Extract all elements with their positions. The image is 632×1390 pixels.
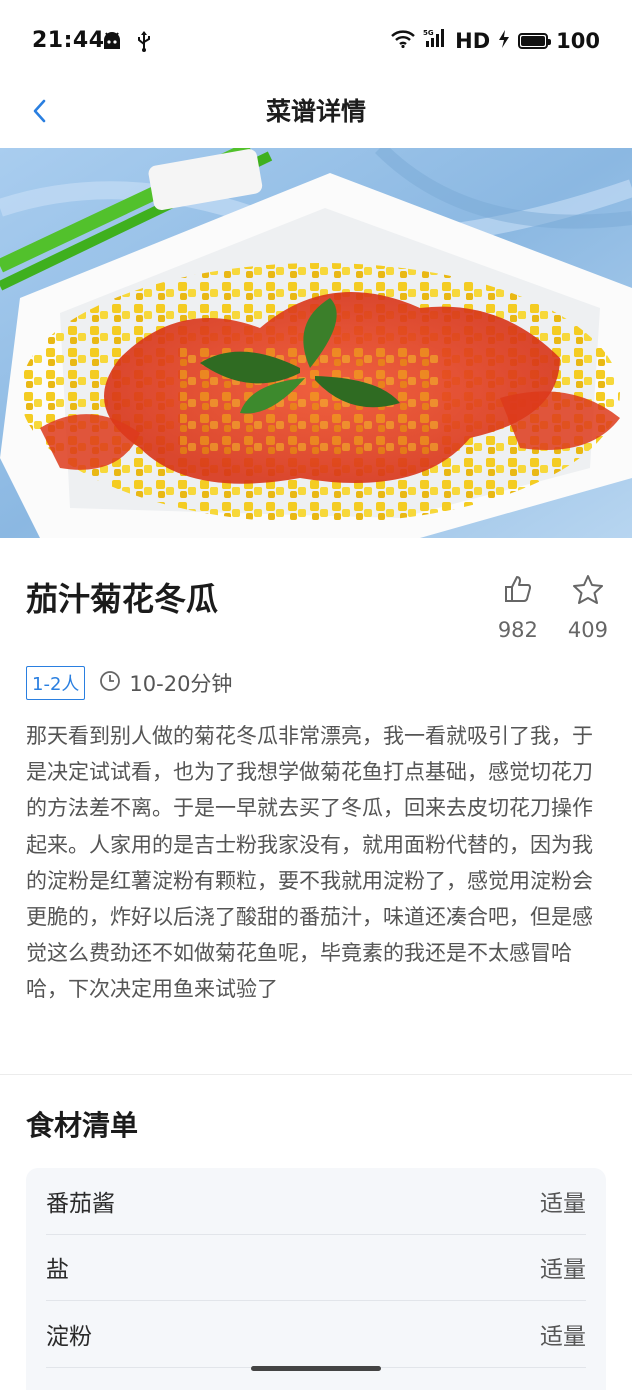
home-indicator[interactable] xyxy=(251,1366,381,1371)
section-divider xyxy=(0,1074,632,1075)
favorite-count: 409 xyxy=(567,618,608,642)
ingredient-row: 淀粉 适量 xyxy=(46,1301,586,1368)
recipe-stats: 982 409 xyxy=(498,574,608,642)
ingredient-row: 盐 适量 xyxy=(46,1235,586,1301)
battery-icon xyxy=(518,32,552,49)
status-time: 21:44 xyxy=(32,28,105,53)
star-icon xyxy=(572,574,604,608)
ingredient-name: 淀粉 xyxy=(46,1323,92,1350)
ingredient-name: 盐 xyxy=(46,1257,69,1284)
charging-icon xyxy=(498,29,510,53)
android-icon xyxy=(102,32,122,54)
duration-text: 10-20分钟 xyxy=(129,672,233,696)
recipe-description: 那天看到别人做的菊花冬瓜非常漂亮，我一看就吸引了我，于是决定试试看，也为了我想学… xyxy=(26,724,593,1002)
like-button[interactable]: 982 xyxy=(498,574,538,642)
svg-text:5G: 5G xyxy=(423,29,434,37)
recipe-detail-page: 21:44 5G HD 100 菜谱详情 茄汁菊花冬瓜 982 409 1-2人… xyxy=(0,0,632,1390)
ingredient-amount: 适量 xyxy=(540,1257,586,1284)
wifi-icon xyxy=(391,29,415,53)
thumbs-up-icon xyxy=(503,574,533,608)
ingredients-list: 番茄酱 适量 盐 适量 淀粉 适量 xyxy=(26,1168,606,1390)
battery-percent: 100 xyxy=(556,28,600,53)
duration: 10-20分钟 xyxy=(99,668,232,698)
ingredient-row: 番茄酱 适量 xyxy=(46,1168,586,1235)
top-nav-bar: 菜谱详情 xyxy=(0,86,632,148)
recipe-meta: 1-2人 10-20分钟 xyxy=(26,666,232,700)
clock-icon xyxy=(99,670,121,697)
ingredient-amount: 适量 xyxy=(540,1190,586,1217)
network-type-label: HD xyxy=(455,28,491,53)
ingredient-name: 番茄酱 xyxy=(46,1190,115,1217)
battery-level-fill xyxy=(521,35,546,46)
ingredient-amount: 适量 xyxy=(540,1323,586,1350)
cellular-signal-icon: 5G xyxy=(423,28,447,53)
favorite-button[interactable]: 409 xyxy=(568,574,608,642)
recipe-hero-image xyxy=(0,148,632,538)
like-count: 982 xyxy=(497,618,538,642)
usb-icon xyxy=(136,30,152,56)
recipe-name: 茄汁菊花冬瓜 xyxy=(26,580,219,618)
ingredients-title: 食材清单 xyxy=(26,1109,139,1142)
status-bar: 21:44 5G HD 100 xyxy=(0,0,632,86)
page-title: 菜谱详情 xyxy=(265,97,366,126)
servings-tag: 1-2人 xyxy=(26,666,86,700)
